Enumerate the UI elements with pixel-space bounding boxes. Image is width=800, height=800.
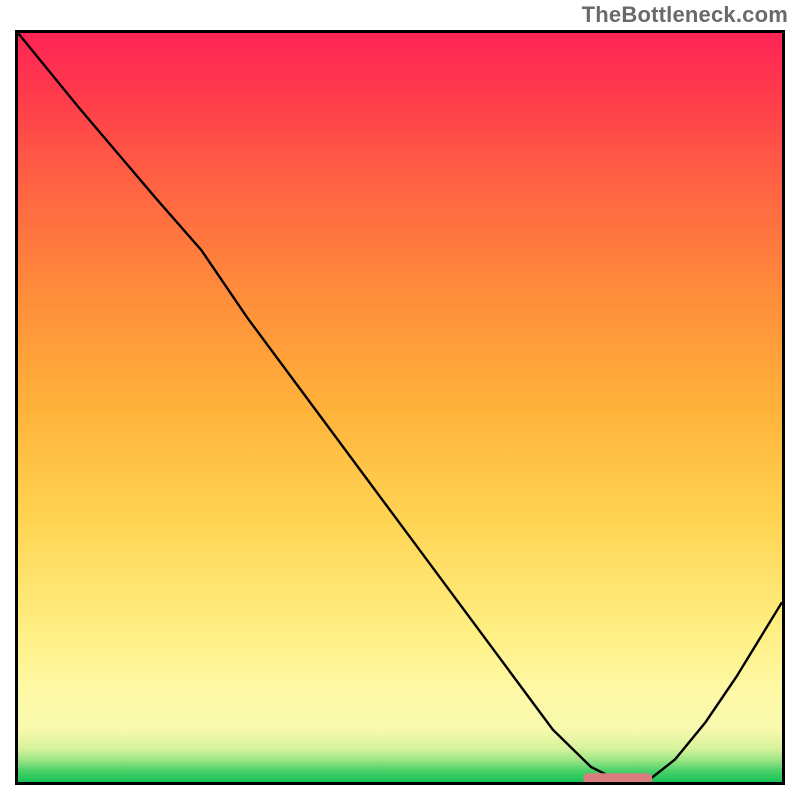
chart-container: TheBottleneck.com: [0, 0, 800, 800]
plot-area: [15, 30, 785, 785]
watermark-text: TheBottleneck.com: [582, 2, 788, 28]
chart-svg: [18, 33, 782, 782]
minimum-marker: [583, 773, 652, 782]
gradient-background: [18, 33, 782, 782]
